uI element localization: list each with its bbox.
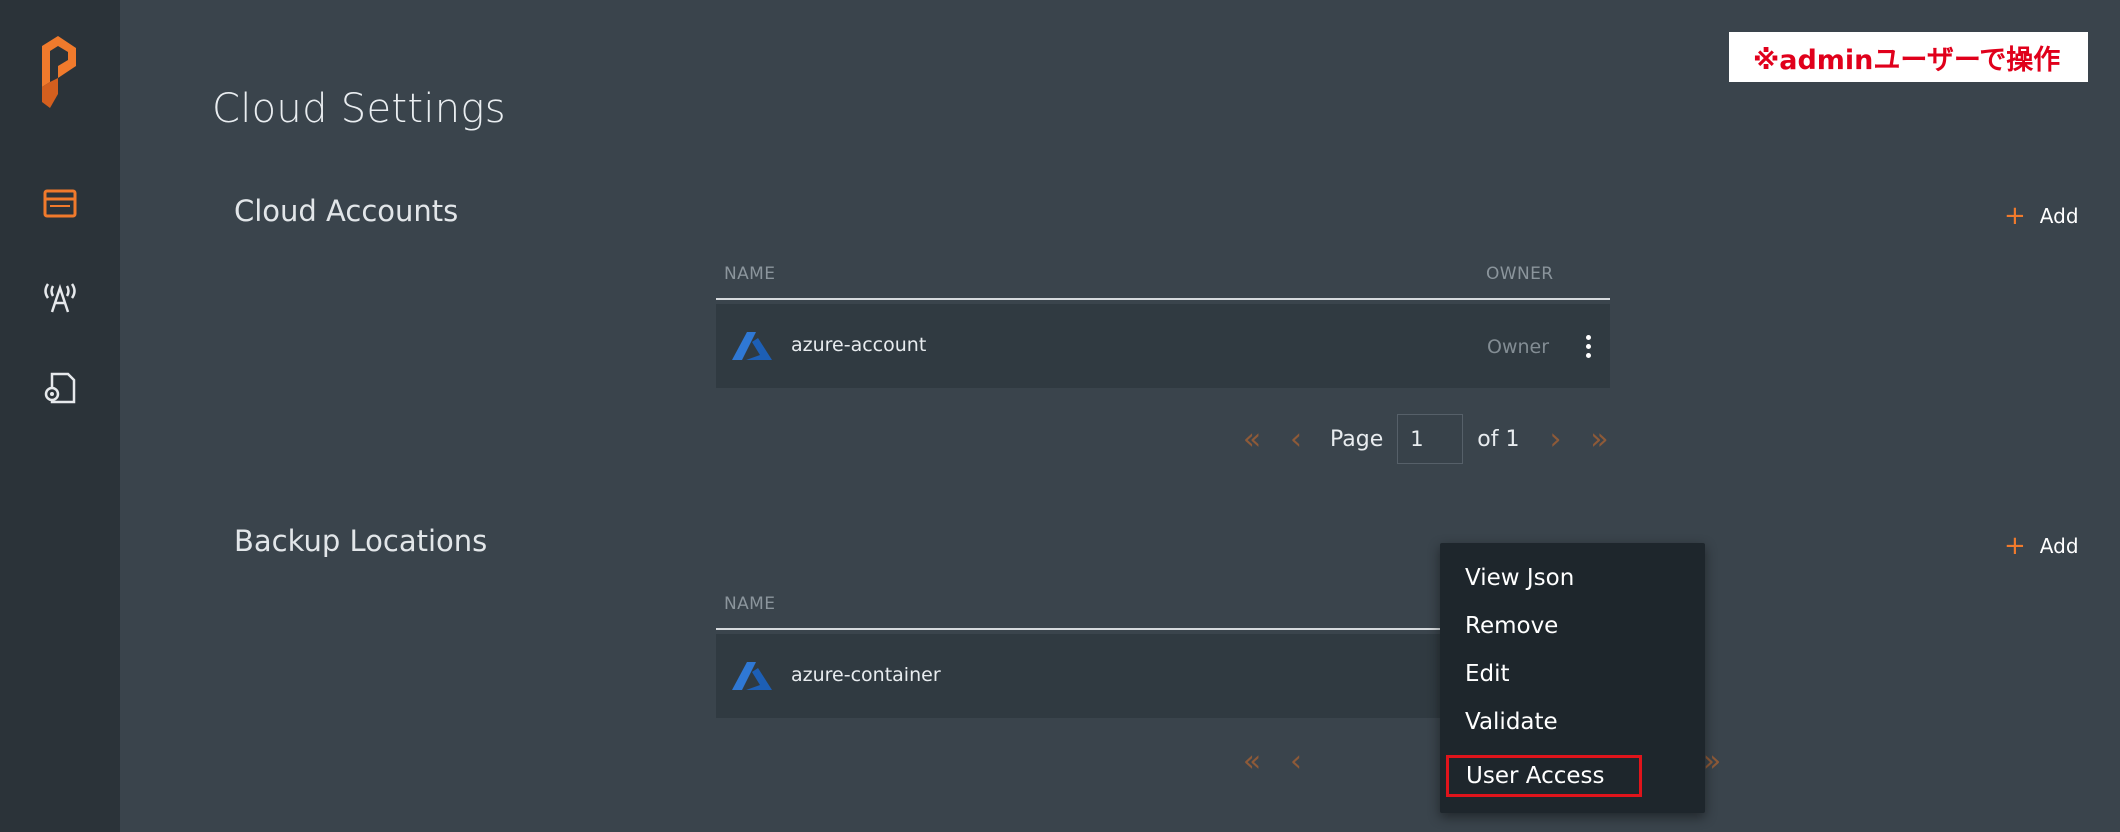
main-content: Cloud Settings Cloud Accounts + Add NAME… <box>120 0 2120 832</box>
page-total: of 1 <box>1477 426 1520 452</box>
menu-item-edit[interactable]: Edit <box>1465 661 1510 687</box>
menu-item-validate[interactable]: Validate <box>1465 709 1558 735</box>
account-name: azure-account <box>791 334 927 356</box>
page-label: Page <box>1330 426 1384 452</box>
add-label: Add <box>2039 204 2079 228</box>
sidebar <box>0 0 120 832</box>
azure-icon <box>732 660 772 692</box>
page-number-input[interactable] <box>1397 414 1464 464</box>
add-label: Add <box>2039 534 2079 558</box>
column-header-name[interactable]: NAME <box>724 264 775 284</box>
menu-item-view-json[interactable]: View Json <box>1465 565 1574 591</box>
cloud-accounts-pagination: « ‹ Page of 1 › » <box>1230 414 1621 464</box>
add-backup-location-button[interactable]: + Add <box>2004 533 2079 559</box>
first-page-icon[interactable]: « <box>1230 422 1274 457</box>
column-header-owner[interactable]: OWNER <box>1486 264 1553 284</box>
account-owner: Owner <box>1487 336 1550 358</box>
add-cloud-account-button[interactable]: + Add <box>2004 203 2079 229</box>
next-page-icon[interactable]: › <box>1533 422 1577 457</box>
menu-item-remove[interactable]: Remove <box>1465 613 1558 639</box>
page-title: Cloud Settings <box>212 86 506 132</box>
first-page-icon[interactable]: « <box>1230 744 1274 779</box>
azure-icon <box>732 330 772 362</box>
settings-document-icon[interactable] <box>40 368 80 408</box>
portworx-logo-icon[interactable] <box>36 36 82 108</box>
last-page-icon[interactable]: » <box>1577 422 1621 457</box>
column-header-name[interactable]: NAME <box>724 594 775 614</box>
backup-locations-title: Backup Locations <box>234 524 488 558</box>
antenna-icon[interactable] <box>40 276 80 316</box>
annotation-label: ※adminユーザーで操作 <box>1729 32 2088 82</box>
dashboard-icon[interactable] <box>40 184 80 224</box>
row-actions-kebab-icon[interactable] <box>1581 328 1595 364</box>
backup-locations-pagination: « ‹ <box>1230 744 1318 779</box>
row-context-menu: View Json Remove Edit Validate User Acce… <box>1440 543 1705 813</box>
cloud-accounts-table-header: NAME OWNER <box>716 250 1610 300</box>
prev-page-icon[interactable]: ‹ <box>1274 744 1318 779</box>
prev-page-icon[interactable]: ‹ <box>1274 422 1318 457</box>
cloud-accounts-title: Cloud Accounts <box>234 194 459 228</box>
backup-location-name: azure-container <box>791 664 941 686</box>
plus-icon: + <box>2004 531 2026 561</box>
menu-item-user-access[interactable]: User Access <box>1446 755 1642 797</box>
plus-icon: + <box>2004 201 2026 231</box>
table-row[interactable]: azure-account Owner <box>716 304 1610 388</box>
